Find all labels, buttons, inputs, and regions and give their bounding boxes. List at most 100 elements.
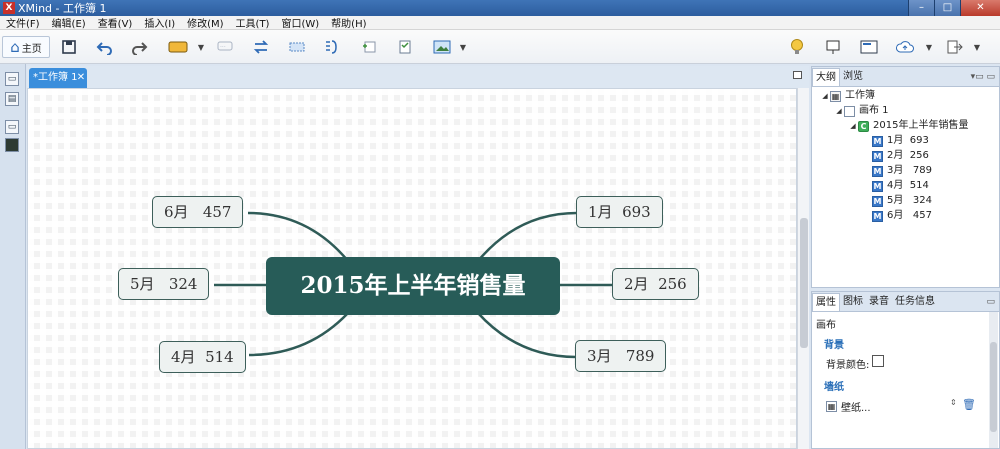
summary-icon[interactable] (320, 36, 342, 58)
tree-item-label: 2月 256 (887, 150, 929, 161)
minimize-button[interactable]: – (908, 0, 934, 16)
svg-text:···: ··· (220, 44, 226, 51)
main-topic-icon: M (872, 180, 883, 192)
menu-file[interactable]: 文件(F) (0, 15, 46, 30)
editor-scrollbar[interactable] (797, 88, 809, 449)
image-dropdown-icon[interactable]: ▼ (458, 36, 468, 58)
background-color-picker[interactable] (872, 355, 884, 367)
expand-icon[interactable]: ◢ (848, 119, 858, 133)
tree-item-label: 3月 789 (887, 165, 932, 176)
overview-icon[interactable] (858, 36, 880, 58)
redo-icon[interactable] (128, 36, 150, 58)
wallpaper-icon: ▦ (826, 400, 837, 412)
undo-icon[interactable] (94, 36, 116, 58)
background-color-label: 背景颜色: (826, 360, 870, 371)
callout-icon[interactable]: ··· (214, 36, 236, 58)
properties-view-icon[interactable]: ▤ (5, 92, 19, 106)
menu-bar: 文件(F) 编辑(E) 查看(V) 插入(I) 修改(M) 工具(T) 窗口(W… (0, 16, 1000, 30)
background-section-title: 背景 (824, 340, 844, 351)
left-side-bar: ▭ ▤ ▭ (0, 64, 26, 449)
outline-panel: 大纲 浏览 ▾▭ ▭ ◢ ▦ 工作簿 ◢ 画布 1 ◢ C 2015年上半年销售… (811, 66, 1000, 288)
topic-feb[interactable]: 2月 256 (612, 268, 699, 300)
menu-window[interactable]: 窗口(W) (275, 15, 325, 30)
tab-audio[interactable]: 录音 (866, 293, 892, 311)
close-button[interactable]: ✕ (960, 0, 1000, 16)
tree-item[interactable]: M 4月 514 (872, 179, 929, 193)
tab-browse[interactable]: 浏览 (840, 68, 866, 86)
central-topic-icon: C (858, 120, 869, 132)
wallpaper-value: 壁纸... (841, 402, 871, 414)
tree-item-label: 6月 457 (887, 210, 932, 221)
tree-item[interactable]: M 2月 256 (872, 149, 929, 163)
menu-insert[interactable]: 插入(I) (138, 15, 181, 30)
tree-item[interactable]: M 5月 324 (872, 194, 932, 208)
export-icon[interactable] (944, 36, 966, 58)
expand-icon[interactable]: ◢ (834, 104, 844, 118)
collapsed-view-icon[interactable]: ▭ (5, 72, 19, 86)
save-icon[interactable] (58, 36, 80, 58)
insert-topic-icon[interactable] (166, 36, 190, 58)
tree-item-label: 5月 324 (887, 195, 932, 206)
tree-item[interactable]: M 6月 457 (872, 209, 932, 223)
console-view-icon[interactable] (5, 138, 19, 152)
properties-scrollbar[interactable] (989, 312, 998, 448)
topic-mar[interactable]: 3月 789 (575, 340, 667, 372)
menu-modify[interactable]: 修改(M) (181, 15, 229, 30)
tab-properties[interactable]: 属性 (812, 293, 840, 311)
home-label: 主页 (21, 43, 42, 55)
home-button[interactable]: ⌂ 主页 (2, 36, 50, 58)
branch-line-6 (247, 211, 349, 262)
editor-scroll-thumb[interactable] (800, 218, 808, 348)
tab-icons[interactable]: 图标 (840, 293, 866, 311)
expand-icon[interactable]: ◢ (820, 89, 830, 103)
presentation-icon[interactable] (822, 36, 844, 58)
topic-apr[interactable]: 4月 514 (159, 341, 246, 373)
maximize-button[interactable]: □ (934, 0, 960, 16)
tab-label: *工作簿 1 (33, 72, 78, 83)
tab-task-info[interactable]: 任务信息 (892, 293, 938, 311)
tree-item-label: 4月 514 (887, 180, 929, 191)
main-topic-icon: M (872, 150, 883, 162)
share-icon[interactable] (894, 36, 916, 58)
branch-line-4 (248, 312, 349, 357)
share-dropdown-icon[interactable]: ▼ (924, 36, 934, 58)
topic-may[interactable]: 5月 324 (118, 268, 210, 300)
collapsed-view-icon-2[interactable]: ▭ (5, 120, 19, 134)
tab-outline[interactable]: 大纲 (812, 68, 840, 86)
topic-jan[interactable]: 1月 693 (576, 196, 663, 228)
topic-jun[interactable]: 6月 457 (152, 196, 244, 228)
wallpaper-selector[interactable]: ▦ 壁纸... (826, 398, 966, 414)
tree-item[interactable]: M 3月 789 (872, 164, 932, 178)
task-icon[interactable] (394, 36, 416, 58)
spinner-icon[interactable]: ⇕ (950, 398, 957, 407)
menu-edit[interactable]: 编辑(E) (46, 15, 92, 30)
menu-view[interactable]: 查看(V) (92, 15, 139, 30)
relationship-icon[interactable] (250, 36, 272, 58)
tree-central-topic[interactable]: ◢ C 2015年上半年销售量 (848, 119, 968, 133)
note-icon[interactable] (358, 36, 380, 58)
properties-heading: 画布 (816, 320, 836, 331)
tree-item[interactable]: M 1月 693 (872, 134, 929, 148)
wallpaper-section-title: 墙纸 (824, 382, 844, 393)
central-topic[interactable]: 2015年上半年销售量 (266, 257, 560, 315)
panel-controls-icon[interactable]: ▾▭ ▭ (971, 68, 999, 86)
properties-scroll-thumb[interactable] (990, 342, 997, 432)
insert-topic-dropdown-icon[interactable]: ▼ (196, 36, 206, 58)
panel-controls-icon[interactable]: ▭ (986, 293, 999, 311)
tree-sheet[interactable]: ◢ 画布 1 (834, 104, 889, 118)
mindmap-canvas[interactable]: 2015年上半年销售量 1月 693 2月 256 3月 789 4月 514 … (27, 88, 797, 449)
boundary-icon[interactable] (286, 36, 308, 58)
tab-workbook-1[interactable]: *工作簿 1 ✕ (29, 68, 87, 88)
tree-workbook[interactable]: ◢ ▦ 工作簿 (820, 89, 875, 103)
export-dropdown-icon[interactable]: ▼ (972, 36, 982, 58)
main-topic-icon: M (872, 135, 883, 147)
idea-icon[interactable] (786, 36, 808, 58)
menu-tools[interactable]: 工具(T) (230, 15, 276, 30)
image-icon[interactable] (430, 36, 454, 58)
workbook-icon: ▦ (830, 90, 841, 102)
menu-help[interactable]: 帮助(H) (325, 15, 372, 30)
window-title: XMind - 工作簿 1 (18, 2, 107, 15)
trash-icon[interactable]: 🗑 (962, 398, 976, 411)
maximize-editor-icon[interactable] (793, 71, 802, 79)
close-icon[interactable]: ✕ (76, 73, 86, 83)
